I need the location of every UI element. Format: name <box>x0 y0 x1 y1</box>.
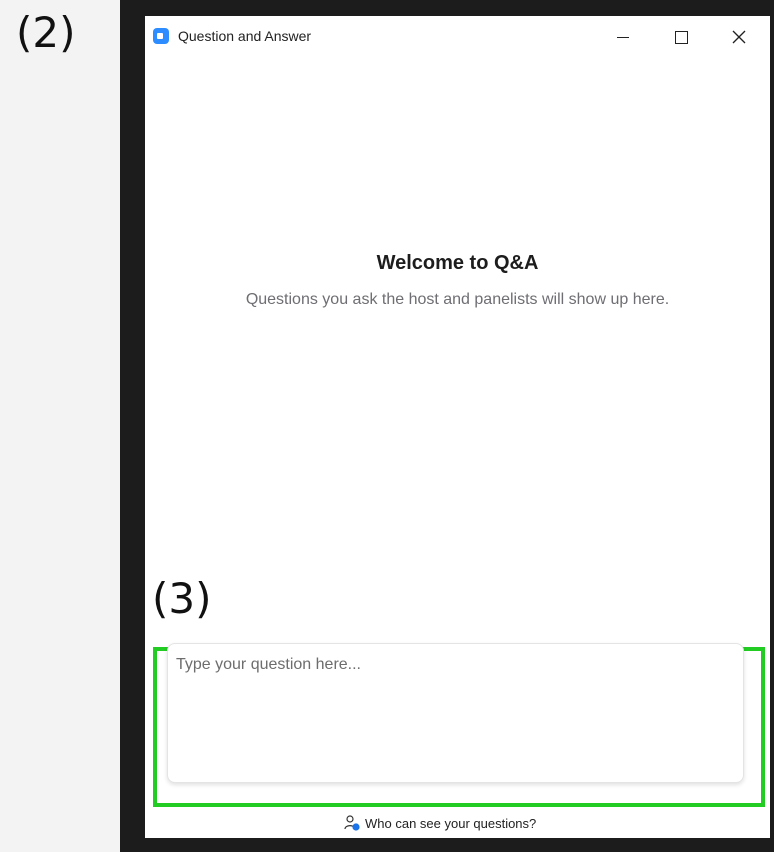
step-3-annotation: (3) <box>152 574 212 623</box>
welcome-title: Welcome to Q&A <box>376 252 539 274</box>
question-input[interactable] <box>176 656 731 766</box>
maximize-button[interactable] <box>659 22 703 52</box>
who-can-see-label: Who can see your questions? <box>365 815 537 831</box>
question-box[interactable] <box>167 643 744 783</box>
welcome-description: Questions you ask the host and panelists… <box>245 291 670 308</box>
maximize-icon <box>674 30 688 44</box>
zoom-camera-icon <box>153 28 169 44</box>
step-2-annotation: (2) <box>16 8 76 57</box>
minimize-icon <box>617 36 629 38</box>
close-button[interactable] <box>717 22 761 52</box>
minimize-button[interactable] <box>601 22 645 52</box>
window-title: Question and Answer <box>178 28 312 44</box>
person-info-icon <box>344 815 360 831</box>
who-can-see-link[interactable]: Who can see your questions? <box>343 813 536 833</box>
close-icon <box>732 30 746 44</box>
title-bar: Question and Answer <box>145 16 770 56</box>
